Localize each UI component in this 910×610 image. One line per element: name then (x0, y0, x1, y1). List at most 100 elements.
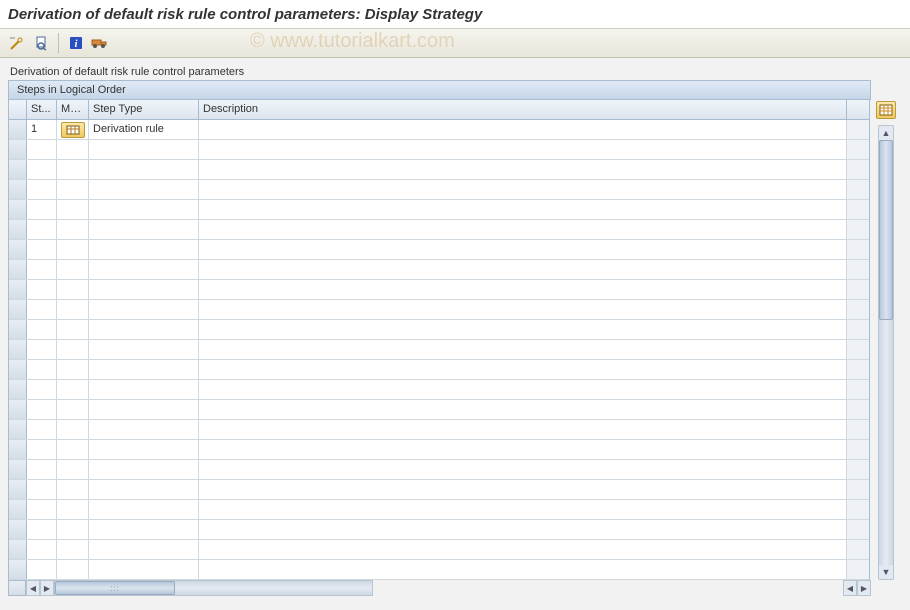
table-row[interactable] (9, 420, 869, 440)
toolbar: i (0, 28, 910, 58)
cell-spacer (847, 440, 869, 459)
cell-desc (199, 280, 847, 299)
cell-step (27, 520, 57, 539)
row-selector[interactable] (9, 220, 27, 239)
cell-step (27, 240, 57, 259)
row-selector[interactable] (9, 440, 27, 459)
cell-type (89, 200, 199, 219)
page-title: Derivation of default risk rule control … (0, 0, 910, 28)
table-row[interactable] (9, 460, 869, 480)
table-row[interactable] (9, 500, 869, 520)
cell-step (27, 460, 57, 479)
row-selector[interactable] (9, 500, 27, 519)
steps-table: St... Ma... Step Type Description 1Deriv… (8, 100, 870, 580)
row-selector[interactable] (9, 520, 27, 539)
cell-maint (57, 140, 89, 159)
layout-config-button[interactable] (876, 101, 896, 119)
table-row[interactable] (9, 520, 869, 540)
overview-button[interactable] (30, 32, 52, 54)
row-selector[interactable] (9, 480, 27, 499)
scroll-up-button[interactable]: ▲ (879, 126, 893, 140)
table-row[interactable] (9, 340, 869, 360)
hscroll-left-button-2[interactable]: ◀ (843, 580, 857, 596)
vertical-scrollbar[interactable]: ▲ ▼ (878, 125, 894, 580)
row-selector[interactable] (9, 320, 27, 339)
cell-spacer (847, 520, 869, 539)
table-row[interactable] (9, 440, 869, 460)
col-header-desc[interactable]: Description (199, 100, 847, 119)
scroll-down-button[interactable]: ▼ (879, 565, 893, 579)
cell-desc (199, 300, 847, 319)
cell-spacer (847, 140, 869, 159)
v-scroll-thumb[interactable] (879, 140, 893, 320)
row-selector[interactable] (9, 340, 27, 359)
table-row[interactable] (9, 300, 869, 320)
table-row[interactable] (9, 200, 869, 220)
h-scroll-thumb[interactable]: ::: (55, 581, 175, 595)
row-selector[interactable] (9, 400, 27, 419)
row-selector[interactable] (9, 160, 27, 179)
cell-type (89, 440, 199, 459)
table-row[interactable] (9, 240, 869, 260)
row-selector[interactable] (9, 140, 27, 159)
cell-step (27, 180, 57, 199)
row-selector[interactable] (9, 280, 27, 299)
hscroll-right-button[interactable]: ▶ (40, 580, 54, 596)
table-row[interactable] (9, 140, 869, 160)
table-row[interactable] (9, 380, 869, 400)
cell-spacer (847, 460, 869, 479)
cell-spacer (847, 180, 869, 199)
cell-maint (57, 460, 89, 479)
cell-step (27, 160, 57, 179)
table-row[interactable] (9, 400, 869, 420)
row-selector[interactable] (9, 300, 27, 319)
row-selector[interactable] (9, 380, 27, 399)
cell-maint (57, 340, 89, 359)
table-row[interactable]: 1Derivation rule (9, 120, 869, 140)
cell-spacer (847, 300, 869, 319)
table-row[interactable] (9, 160, 869, 180)
select-all-header[interactable] (9, 100, 27, 119)
cell-step: 1 (27, 120, 57, 139)
table-row[interactable] (9, 180, 869, 200)
row-selector[interactable] (9, 260, 27, 279)
cell-maint (57, 200, 89, 219)
table-row[interactable] (9, 280, 869, 300)
change-display-button[interactable] (6, 32, 28, 54)
row-selector[interactable] (9, 200, 27, 219)
col-header-step[interactable]: St... (27, 100, 57, 119)
info-button[interactable]: i (65, 32, 87, 54)
table-row[interactable] (9, 360, 869, 380)
cell-type (89, 160, 199, 179)
cell-type (89, 500, 199, 519)
row-selector[interactable] (9, 360, 27, 379)
transport-button[interactable] (89, 32, 111, 54)
row-selector[interactable] (9, 120, 27, 139)
row-selector[interactable] (9, 420, 27, 439)
hscroll-track[interactable]: ::: (54, 580, 373, 596)
cell-type (89, 220, 199, 239)
cell-step (27, 440, 57, 459)
col-header-type[interactable]: Step Type (89, 100, 199, 119)
table-row[interactable] (9, 320, 869, 340)
hscroll-left-button[interactable]: ◀ (26, 580, 40, 596)
row-selector[interactable] (9, 540, 27, 559)
cell-maint (57, 420, 89, 439)
table-row[interactable] (9, 540, 869, 560)
cell-spacer (847, 220, 869, 239)
row-selector[interactable] (9, 240, 27, 259)
table-row[interactable] (9, 260, 869, 280)
table-row[interactable] (9, 480, 869, 500)
cell-type (89, 320, 199, 339)
hscroll-right-button-2[interactable]: ▶ (857, 580, 871, 596)
cell-step (27, 420, 57, 439)
col-header-maint[interactable]: Ma... (57, 100, 89, 119)
row-selector[interactable] (9, 560, 27, 579)
cell-desc (199, 140, 847, 159)
table-row[interactable] (9, 560, 869, 580)
row-selector[interactable] (9, 460, 27, 479)
maintain-entries-button[interactable] (61, 122, 85, 138)
row-selector[interactable] (9, 180, 27, 199)
table-row[interactable] (9, 220, 869, 240)
cell-maint (57, 320, 89, 339)
